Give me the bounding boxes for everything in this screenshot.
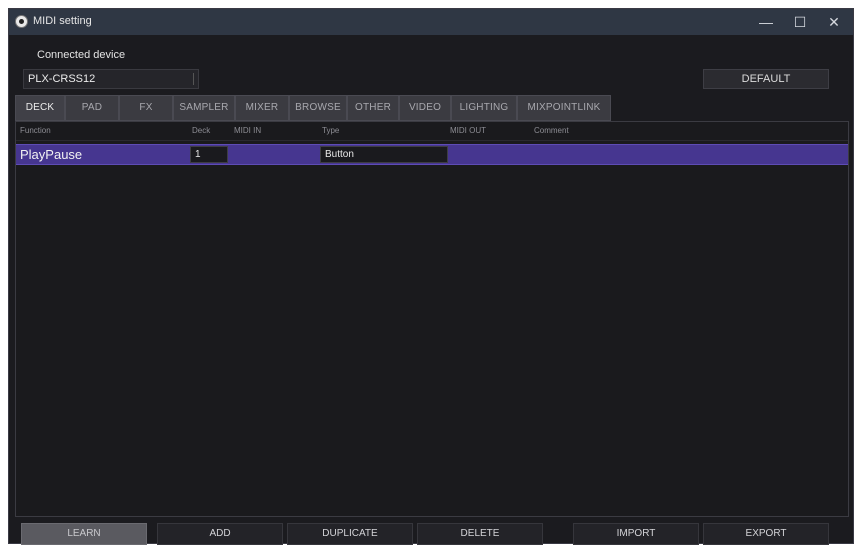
connected-device-select[interactable]: PLX-CRSS12 — [23, 69, 199, 89]
learn-button[interactable]: LEARN — [21, 523, 147, 545]
tab-other[interactable]: OTHER — [347, 95, 399, 121]
column-header-comment: Comment — [534, 126, 569, 135]
tab-video[interactable]: VIDEO — [399, 95, 451, 121]
default-button[interactable]: DEFAULT — [703, 69, 829, 89]
tab-mixpointlink[interactable]: MIXPOINTLINK — [517, 95, 611, 121]
tab-fx[interactable]: FX — [119, 95, 173, 121]
connected-device-label: Connected device — [37, 49, 126, 61]
deck-field[interactable]: 1 — [190, 146, 228, 163]
minimize-icon[interactable]: — — [749, 9, 783, 35]
column-header-function: Function — [20, 126, 51, 135]
function-cell: PlayPause — [20, 147, 83, 162]
column-header-midi-out: MIDI OUT — [450, 126, 486, 135]
tab-mixer[interactable]: MIXER — [235, 95, 289, 121]
import-button[interactable]: IMPORT — [573, 523, 699, 545]
window-title: MIDI setting — [33, 15, 92, 27]
close-icon[interactable]: ✕ — [817, 9, 851, 35]
midi-mapping-table: Function Deck MIDI IN Type MIDI OUT Comm… — [15, 121, 849, 517]
table-header: Function Deck MIDI IN Type MIDI OUT Comm… — [16, 122, 848, 141]
column-header-deck: Deck — [192, 126, 211, 135]
table-row[interactable]: PlayPause 1 Button — [16, 144, 848, 165]
midi-setting-window: MIDI setting — ☐ ✕ Connected device PLX-… — [8, 8, 854, 545]
type-field[interactable]: Button — [320, 146, 448, 163]
add-button[interactable]: ADD — [157, 523, 283, 545]
tab-pad[interactable]: PAD — [65, 95, 119, 121]
column-header-type: Type — [322, 126, 340, 135]
duplicate-button[interactable]: DUPLICATE — [287, 523, 413, 545]
maximize-icon[interactable]: ☐ — [783, 9, 817, 35]
tab-browse[interactable]: BROWSE — [289, 95, 347, 121]
tab-sampler[interactable]: SAMPLER — [173, 95, 235, 121]
tab-lighting[interactable]: LIGHTING — [451, 95, 517, 121]
tab-deck[interactable]: DECK — [15, 95, 65, 121]
app-icon — [15, 15, 28, 28]
title-bar[interactable]: MIDI setting — ☐ ✕ — [9, 9, 853, 35]
column-header-midi-in: MIDI IN — [234, 126, 262, 135]
export-button[interactable]: EXPORT — [703, 523, 829, 545]
delete-button[interactable]: DELETE — [417, 523, 543, 545]
